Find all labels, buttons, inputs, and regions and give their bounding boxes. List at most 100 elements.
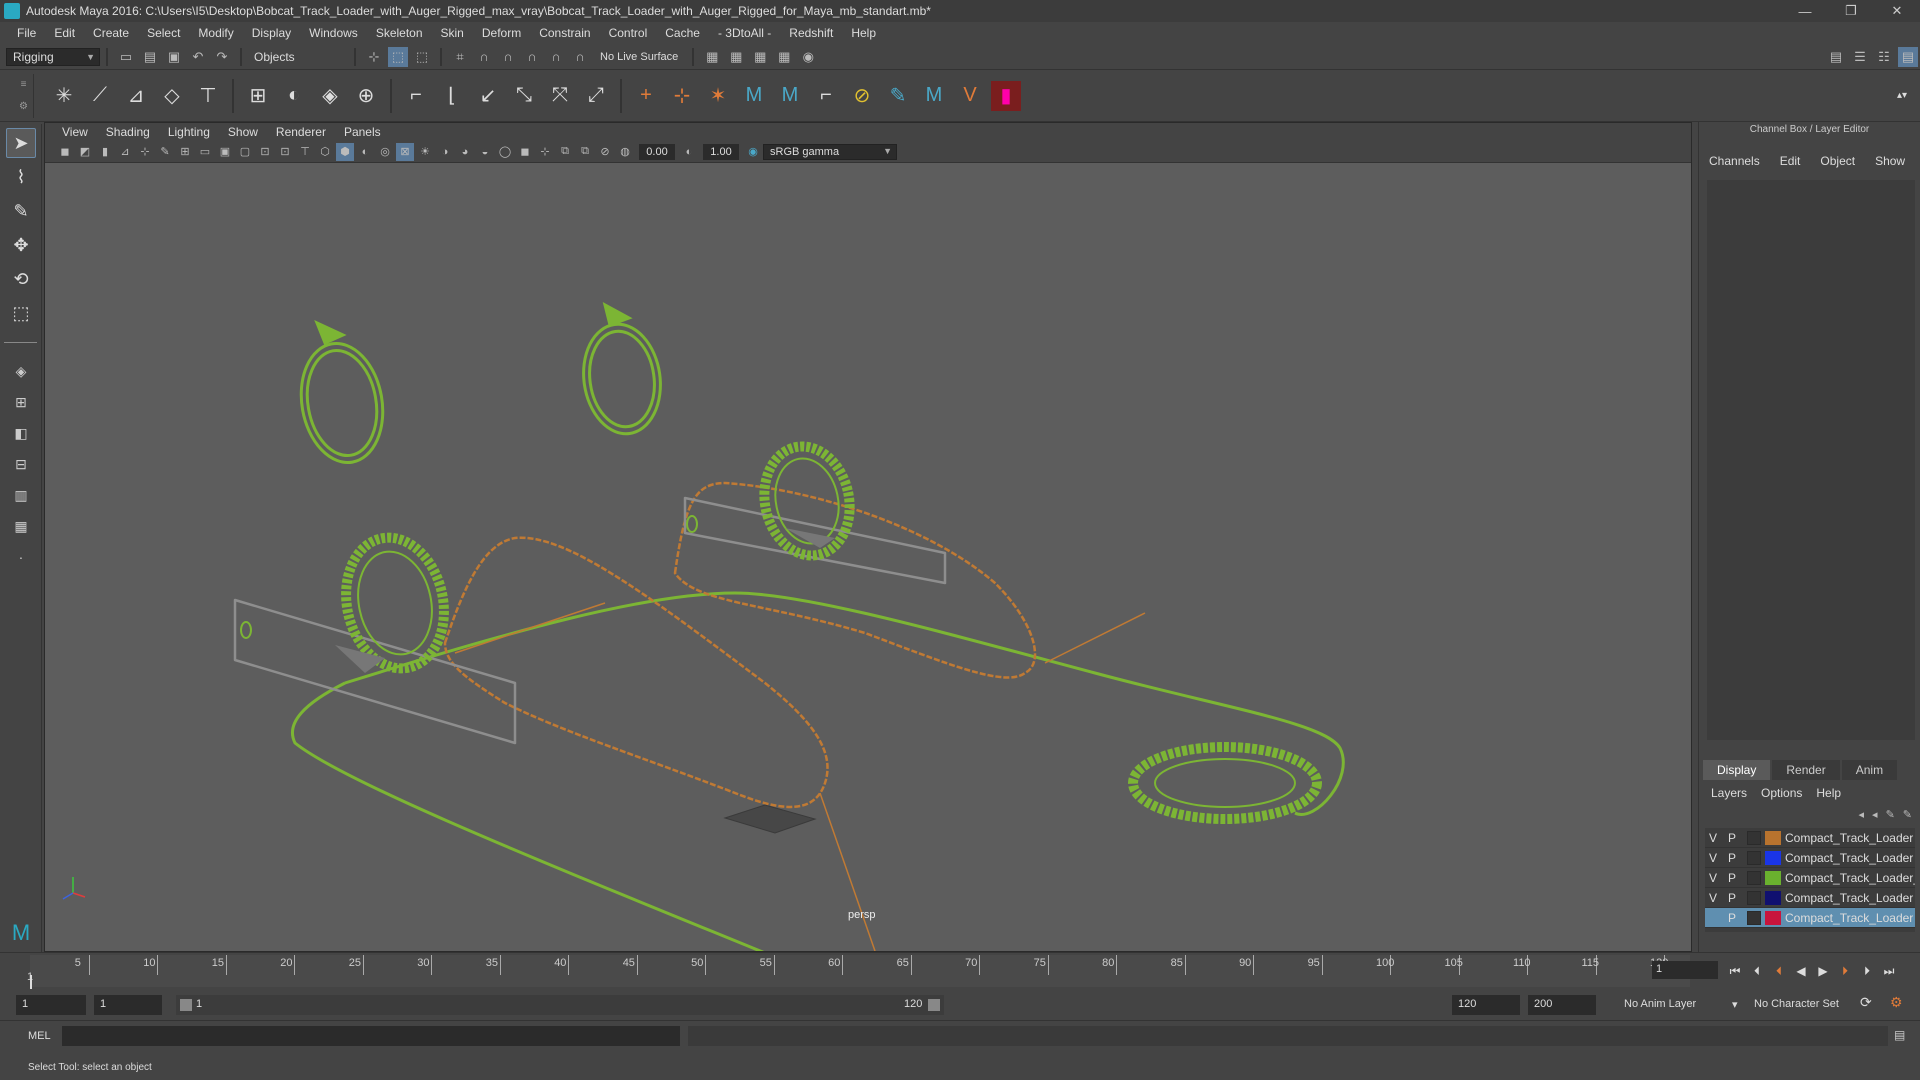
render-settings-icon[interactable]: ▦ — [774, 47, 794, 67]
menu-help[interactable]: Help — [842, 26, 885, 40]
mash-icon[interactable]: M — [919, 81, 949, 111]
bookmark-icon[interactable]: ▮ — [96, 143, 114, 161]
menuset-dropdown[interactable]: Rigging ▼ — [6, 47, 100, 66]
menu-file[interactable]: File — [8, 26, 45, 40]
blend-shape-icon[interactable]: ⊕ — [351, 81, 381, 111]
layer-playback-toggle[interactable]: P — [1721, 891, 1743, 905]
tab-anim[interactable]: Anim — [1841, 760, 1898, 780]
point-constraint-icon[interactable]: ⊹ — [667, 81, 697, 111]
single-perspective-layout-icon[interactable]: ◈ — [6, 357, 36, 385]
layer-color-swatch[interactable] — [1765, 830, 1781, 845]
layer-row[interactable]: P Compact_Track_Loader — [1705, 908, 1915, 928]
textured-icon[interactable]: ⊠ — [396, 142, 414, 161]
paint-select-tool-icon[interactable]: ✎ — [6, 196, 36, 226]
attribute-editor-icon[interactable]: ☰ — [1850, 47, 1870, 67]
hypershade-layout-icon[interactable]: ▥ — [6, 481, 36, 509]
view-transform-dropdown[interactable]: sRGB gamma ▼ — [763, 143, 897, 160]
default-material-icon[interactable]: ◐ — [356, 143, 374, 161]
layer-type-toggle[interactable] — [1747, 870, 1761, 885]
layer-row[interactable]: V P Compact_Track_Loader — [1705, 888, 1915, 908]
pole-vector-icon[interactable]: ⌐ — [811, 81, 841, 111]
persp-graph-layout-icon[interactable]: ⊟ — [6, 450, 36, 478]
tab-display[interactable]: Display — [1703, 760, 1771, 780]
open-scene-icon[interactable]: ▤ — [140, 47, 160, 67]
hypershade-icon[interactable]: ◉ — [798, 47, 818, 67]
uv-editor-layout-icon[interactable]: ▦ — [6, 512, 36, 540]
rotate-arrow-control-left[interactable] — [292, 320, 392, 469]
gamma-field[interactable]: 1.00 — [703, 143, 739, 160]
move-layer-up-icon[interactable]: ◂ — [1859, 808, 1865, 821]
menu-cache[interactable]: Cache — [656, 26, 709, 40]
render-frame-icon[interactable]: ▦ — [726, 47, 746, 67]
tool-settings-icon[interactable]: ☷ — [1874, 47, 1894, 67]
paint-weights-icon[interactable]: ⤡ — [509, 81, 539, 111]
wheel-control-front-right[interactable] — [754, 438, 859, 563]
locator-icon[interactable]: + — [631, 81, 661, 111]
playback-end-field[interactable]: 120 — [1452, 995, 1520, 1015]
smooth-bind-icon[interactable]: ⌊ — [437, 81, 467, 111]
menu-skeleton[interactable]: Skeleton — [367, 26, 432, 40]
screen-space-ao-icon[interactable]: ◕ — [456, 143, 474, 161]
snap-grid-icon[interactable]: ⌗ — [450, 47, 470, 67]
menu-constrain[interactable]: Constrain — [530, 26, 599, 40]
arm-control-curve[interactable] — [673, 481, 1037, 679]
create-joint-icon[interactable]: ✳ — [49, 81, 79, 111]
layer-visibility-toggle[interactable]: V — [1705, 851, 1721, 865]
range-end-handle[interactable] — [928, 999, 940, 1011]
range-slider-bar[interactable]: 1 120 — [176, 995, 944, 1015]
layer-color-swatch[interactable] — [1765, 890, 1781, 905]
current-frame-field[interactable]: 1 — [1652, 961, 1718, 979]
animation-end-field[interactable]: 200 — [1528, 995, 1596, 1015]
channels-show-menu[interactable]: Show — [1875, 154, 1905, 168]
xray-icon[interactable]: ⧉ — [556, 143, 574, 161]
select-hierarchy-icon[interactable]: ⊹ — [364, 47, 384, 67]
rigid-bind-icon[interactable]: ↙ — [473, 81, 503, 111]
character-set-dropdown[interactable]: No Character Set — [1754, 998, 1839, 1010]
command-input[interactable] — [62, 1026, 680, 1046]
select-tool-icon[interactable]: ➤ — [6, 128, 36, 158]
camera-attributes-icon[interactable]: ◩ — [76, 143, 94, 161]
layer-color-swatch[interactable] — [1765, 850, 1781, 865]
auto-key-icon[interactable]: ⟳ — [1860, 994, 1872, 1011]
play-backwards-icon[interactable]: ◀ — [1790, 961, 1812, 981]
anti-alias-icon[interactable]: ◯ — [496, 143, 514, 161]
wireframe-icon[interactable]: ⬡ — [316, 143, 334, 161]
step-back-key-icon[interactable]: ⏴ — [1746, 961, 1768, 981]
shadows-icon[interactable]: ◑ — [436, 143, 454, 161]
menu-deform[interactable]: Deform — [473, 26, 530, 40]
wireframe-on-shaded-icon[interactable]: ◎ — [376, 143, 394, 161]
resolution-gate-icon[interactable]: ▣ — [216, 143, 234, 161]
shelf-scroll-icon[interactable]: ▴▾ — [1887, 81, 1917, 111]
color-management-icon[interactable]: ◉ — [744, 143, 762, 161]
menu-windows[interactable]: Windows — [300, 26, 367, 40]
rotate-tool-icon[interactable]: ⟲ — [6, 264, 36, 294]
layer-type-toggle[interactable] — [1747, 890, 1761, 905]
new-layer-selected-icon[interactable]: ✎ — [1903, 808, 1912, 821]
four-view-layout-icon[interactable]: ⊞ — [6, 388, 36, 416]
channels-object-menu[interactable]: Object — [1820, 154, 1855, 168]
xray-joints-icon[interactable]: ⊘ — [596, 143, 614, 161]
select-object-icon[interactable]: ⬚ — [388, 46, 408, 67]
parent-constraint-icon[interactable]: M — [775, 81, 805, 111]
set-driven-key-icon[interactable]: ⊘ — [847, 81, 877, 111]
isolate-select-icon[interactable]: ⊹ — [536, 143, 554, 161]
layer-type-toggle[interactable] — [1747, 830, 1761, 845]
new-empty-layer-icon[interactable]: ✎ — [1886, 808, 1895, 821]
tab-render[interactable]: Render — [1772, 760, 1840, 780]
step-forward-frame-icon[interactable]: ⏵ — [1834, 961, 1856, 981]
film-gate-icon[interactable]: ▭ — [196, 143, 214, 161]
vray-icon[interactable]: V — [955, 81, 985, 111]
animation-prefs-icon[interactable]: ⚙ — [1890, 994, 1903, 1011]
copy-weights-icon[interactable]: ⤢ — [581, 81, 611, 111]
more-layouts-icon[interactable]: · — [6, 543, 36, 571]
ik-spline-icon[interactable]: ⊿ — [121, 81, 151, 111]
channels-edit-menu[interactable]: Edit — [1780, 154, 1801, 168]
bind-skin-icon[interactable]: ⌐ — [401, 81, 431, 111]
menu-control[interactable]: Control — [600, 26, 657, 40]
paint-tool-icon[interactable]: ✎ — [883, 81, 913, 111]
menu-3dtoall[interactable]: - 3DtoAll - — [709, 26, 780, 40]
scale-tool-icon[interactable]: ⬚ — [6, 298, 36, 328]
track-loop-curve[interactable] — [291, 591, 1345, 955]
persp-outliner-layout-icon[interactable]: ◧ — [6, 419, 36, 447]
new-scene-icon[interactable]: ▭ — [116, 47, 136, 67]
